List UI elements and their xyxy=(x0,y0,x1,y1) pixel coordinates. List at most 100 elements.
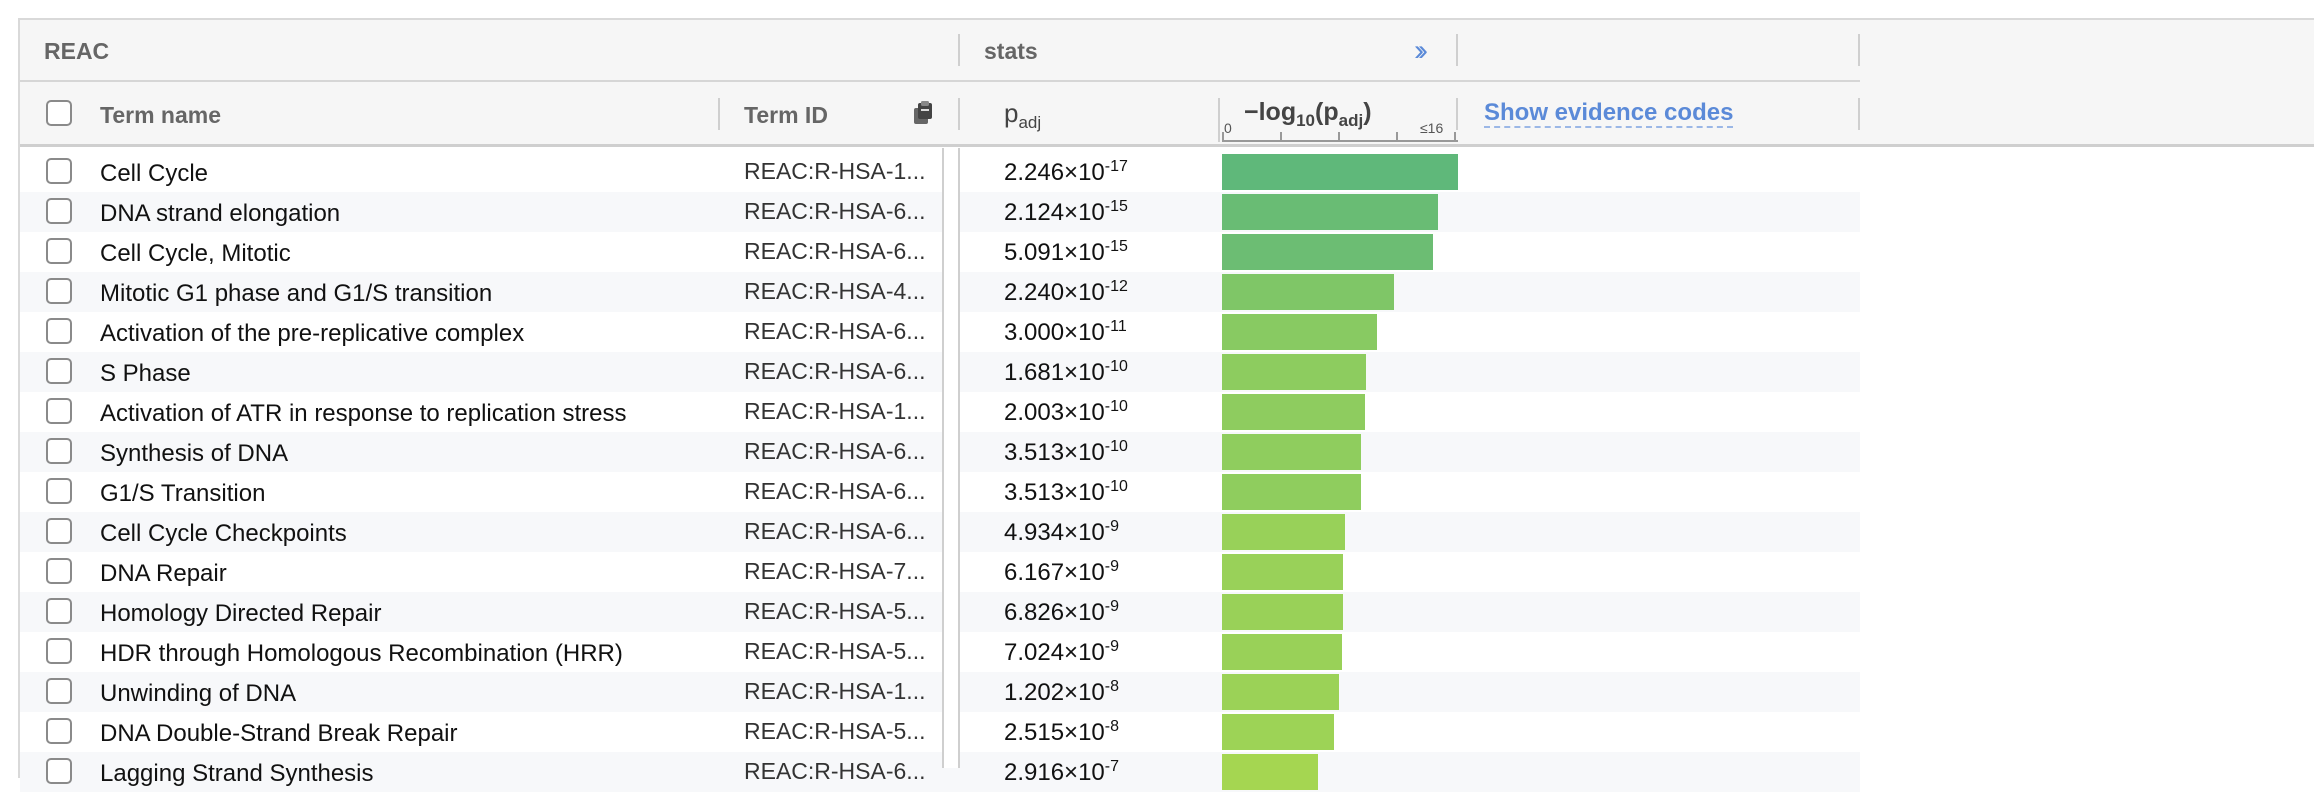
column-term-name[interactable]: Term name xyxy=(100,102,221,129)
significance-bar xyxy=(1222,554,1343,590)
column-separator xyxy=(958,98,960,130)
term-name: S Phase xyxy=(100,360,191,387)
padj-value: 1.202×10-8 xyxy=(1004,678,1120,706)
term-id[interactable]: REAC:R-HSA-5... xyxy=(744,638,925,665)
term-name: Synthesis of DNA xyxy=(100,440,289,467)
term-id[interactable]: REAC:R-HSA-6... xyxy=(744,438,925,465)
significance-bar xyxy=(1222,674,1339,710)
axis-tick xyxy=(1454,132,1456,142)
row-checkbox[interactable] xyxy=(46,598,72,624)
source-group-label: REAC xyxy=(44,38,110,64)
column-separator xyxy=(1858,98,1860,130)
axis-min-label: 0 xyxy=(1224,120,1232,136)
table-row[interactable]: Cell Cycle Checkpoints REAC:R-HSA-6... 4.9… xyxy=(20,512,1860,552)
significance-bar xyxy=(1222,194,1438,230)
padj-value: 6.167×10-9 xyxy=(1004,558,1120,586)
table-row[interactable]: Synthesis of DNA REAC:R-HSA-6... 3.513×10-… xyxy=(20,432,1860,472)
term-id[interactable]: REAC:R-HSA-6... xyxy=(744,358,925,385)
table-row[interactable]: DNA Repair REAC:R-HSA-7... 6.167×10-9 xyxy=(20,552,1860,592)
row-checkbox[interactable] xyxy=(46,278,72,304)
table-row[interactable]: Activation of the pre-replicative comple… xyxy=(20,312,1860,352)
significance-bar xyxy=(1222,594,1343,630)
column-padj[interactable]: padj xyxy=(1004,98,1041,133)
table-row[interactable]: Cell Cycle REAC:R-HSA-1... 2.246×10-17 xyxy=(20,152,1860,192)
term-name: Lagging Strand Synthesis xyxy=(100,760,374,787)
padj-value: 4.934×10-9 xyxy=(1004,518,1120,546)
header-separator xyxy=(1858,34,1860,66)
row-checkbox[interactable] xyxy=(46,318,72,344)
padj-value: 2.240×10-12 xyxy=(1004,278,1128,306)
term-id[interactable]: REAC:R-HSA-6... xyxy=(744,518,925,545)
table-row[interactable]: G1/S Transition REAC:R-HSA-6... 3.513×10-1… xyxy=(20,472,1860,512)
padj-value: 3.000×10-11 xyxy=(1004,318,1127,346)
term-name: Activation of the pre-replicative comple… xyxy=(100,320,525,347)
row-checkbox[interactable] xyxy=(46,398,72,424)
significance-bar xyxy=(1222,394,1365,430)
row-checkbox[interactable] xyxy=(46,638,72,664)
row-checkbox[interactable] xyxy=(46,438,72,464)
axis-line xyxy=(1222,140,1458,142)
term-id[interactable]: REAC:R-HSA-5... xyxy=(744,718,925,745)
axis-tick xyxy=(1280,132,1282,142)
term-id[interactable]: REAC:R-HSA-6... xyxy=(744,318,925,345)
term-id[interactable]: REAC:R-HSA-6... xyxy=(744,478,925,505)
significance-bar xyxy=(1222,514,1345,550)
row-checkbox[interactable] xyxy=(46,518,72,544)
row-checkbox[interactable] xyxy=(46,718,72,744)
term-id[interactable]: REAC:R-HSA-1... xyxy=(744,678,925,705)
table-row[interactable]: Unwinding of DNA REAC:R-HSA-1... 1.202×10-… xyxy=(20,672,1860,712)
row-checkbox[interactable] xyxy=(46,238,72,264)
term-id[interactable]: REAC:R-HSA-5... xyxy=(744,598,925,625)
term-id[interactable]: REAC:R-HSA-6... xyxy=(744,758,925,785)
term-name: DNA strand elongation xyxy=(100,200,341,227)
expand-chevrons-icon[interactable]: ›› xyxy=(1414,34,1428,68)
table-row[interactable]: S Phase REAC:R-HSA-6... 1.681×10-10 xyxy=(20,352,1860,392)
table-row[interactable]: Mitotic G1 phase and G1/S transition REAC… xyxy=(20,272,1860,312)
row-checkbox[interactable] xyxy=(46,158,72,184)
term-id[interactable]: REAC:R-HSA-1... xyxy=(744,158,925,185)
show-evidence-codes-link[interactable]: Show evidence codes xyxy=(1484,100,1734,128)
select-all-checkbox[interactable] xyxy=(46,100,72,126)
term-id-column-gap xyxy=(942,148,960,768)
term-name: DNA Repair xyxy=(100,560,227,587)
table-row[interactable]: Activation of ATR in response to replica… xyxy=(20,392,1860,432)
axis-max-label: ≤16 xyxy=(1420,120,1444,136)
table-row[interactable]: Homology Directed Repair REAC:R-HSA-5... 6… xyxy=(20,592,1860,632)
row-checkbox[interactable] xyxy=(46,758,72,784)
term-id[interactable]: REAC:R-HSA-4... xyxy=(744,278,925,305)
header-bottom-border xyxy=(20,144,2314,147)
term-id[interactable]: REAC:R-HSA-6... xyxy=(744,198,925,225)
padj-value: 2.916×10-7 xyxy=(1004,758,1120,786)
term-id[interactable]: REAC:R-HSA-1... xyxy=(744,398,925,425)
clipboard-copy-icon[interactable] xyxy=(910,100,936,131)
row-checkbox[interactable] xyxy=(46,358,72,384)
table-row[interactable]: DNA Double-Strand Break Repair REAC:R-HSA… xyxy=(20,712,1860,752)
column-neglog-padj[interactable]: −log10(padj) xyxy=(1244,98,1372,131)
padj-value: 6.826×10-9 xyxy=(1004,598,1120,626)
table-row[interactable]: Lagging Strand Synthesis REAC:R-HSA-6... 2… xyxy=(20,752,1860,792)
term-name: Cell Cycle Checkpoints xyxy=(100,520,347,547)
row-checkbox[interactable] xyxy=(46,678,72,704)
significance-bar xyxy=(1222,474,1361,510)
term-id[interactable]: REAC:R-HSA-6... xyxy=(744,238,925,265)
padj-value: 3.513×10-10 xyxy=(1004,438,1128,466)
term-name: Cell Cycle, Mitotic xyxy=(100,240,291,267)
table-header xyxy=(20,20,2314,146)
header-separator xyxy=(1456,34,1458,66)
header-separator xyxy=(958,34,960,66)
significance-bar xyxy=(1222,714,1334,750)
row-checkbox[interactable] xyxy=(46,558,72,584)
table-row[interactable]: HDR through Homologous Recombination (HR… xyxy=(20,632,1860,672)
significance-bar xyxy=(1222,314,1377,350)
row-checkbox[interactable] xyxy=(46,198,72,224)
term-name: Mitotic G1 phase and G1/S transition xyxy=(100,280,493,307)
row-checkbox[interactable] xyxy=(46,478,72,504)
column-term-id[interactable]: Term ID xyxy=(744,102,828,129)
padj-value: 2.124×10-15 xyxy=(1004,198,1128,226)
term-id[interactable]: REAC:R-HSA-7... xyxy=(744,558,925,585)
table-row[interactable]: DNA strand elongation REAC:R-HSA-6... 2.12… xyxy=(20,192,1860,232)
term-name: Cell Cycle xyxy=(100,160,209,187)
column-separator xyxy=(1218,98,1220,142)
table-row[interactable]: Cell Cycle, Mitotic REAC:R-HSA-6... 5.091×… xyxy=(20,232,1860,272)
column-separator xyxy=(718,98,720,130)
